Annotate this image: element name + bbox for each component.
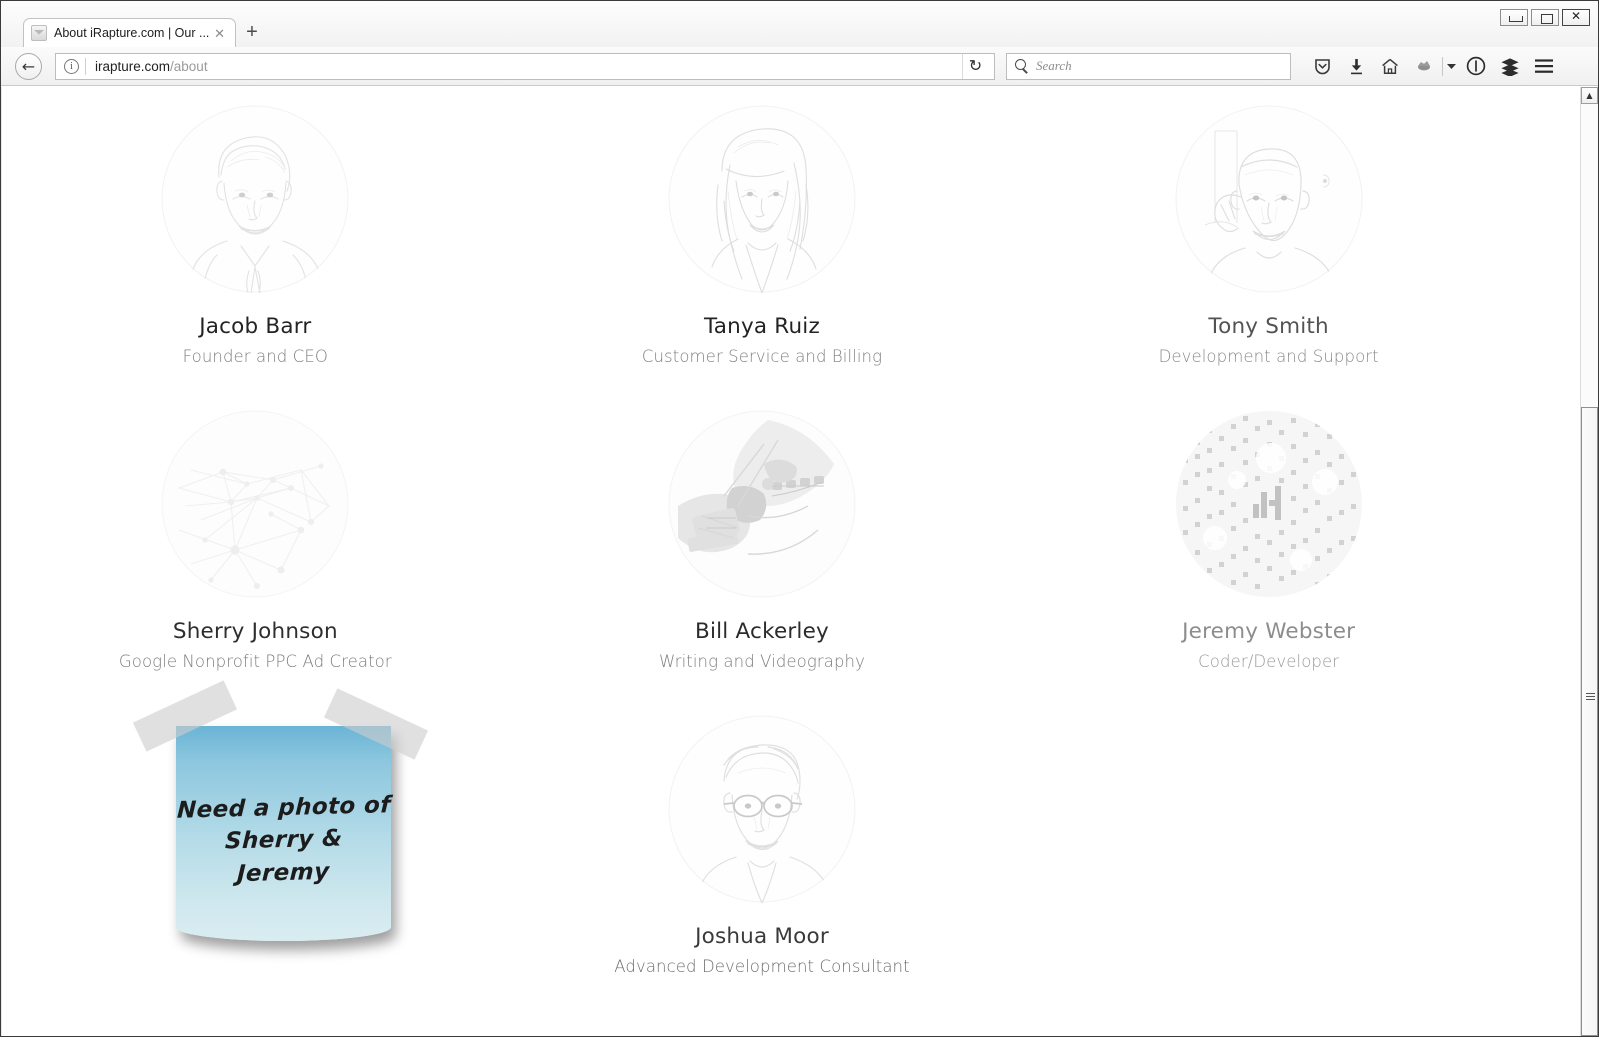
sticky-note-line: Sherry & [224,825,343,855]
close-tab-icon[interactable]: ✕ [211,27,228,40]
sticky-note: Need a photo of Sherry & Jeremy [130,680,430,952]
browser-window: About iRapture.com | Our ... ✕ + iraptur… [0,0,1599,1037]
sticky-note-body: Need a photo of Sherry & Jeremy [176,726,391,941]
toolbar-icons [1305,51,1561,81]
member-name: Jacob Barr [199,314,312,339]
portrait-sketch-man-bald-icon [1175,105,1363,293]
vertical-scrollbar[interactable] [1580,87,1598,1036]
member-name: Jeremy Webster [1182,619,1356,644]
avatar [1174,410,1363,598]
member-role: Coder/Developer [1198,652,1340,671]
dropdown-caret-icon[interactable] [1444,51,1459,81]
member-role: Writing and Videography [659,652,865,671]
restore-button[interactable] [1531,9,1559,26]
page-viewport: Jacob Barr Founder and CEO Tanya Ruiz Cu… [1,87,1598,1036]
tab-title: About iRapture.com | Our ... [54,26,210,40]
url-domain: irapture.com [95,58,171,74]
scrollbar-grip [1586,693,1595,700]
team-member-card[interactable]: Jacob Barr Founder and CEO [2,105,509,410]
avatar [667,410,856,598]
member-name: Tony Smith [1208,314,1329,339]
avatar [161,105,350,293]
downloads-icon[interactable] [1339,51,1373,81]
camera-equipment-photo-icon [668,410,856,598]
portrait-sketch-man-tie-icon [161,105,349,293]
avatar [667,105,856,293]
abstract-network-graphic-icon [161,410,349,598]
library-icon[interactable] [1493,51,1527,81]
search-icon [1015,59,1029,73]
close-window-button[interactable] [1562,9,1590,26]
member-role: Development and Support [1158,347,1379,366]
page-action-icon[interactable] [1459,51,1493,81]
url-divider [85,57,86,75]
member-name: Joshua Moor [695,924,829,949]
scroll-up-button[interactable] [1581,87,1598,104]
browser-tab[interactable]: About iRapture.com | Our ... ✕ [23,18,236,47]
scrollbar-thumb[interactable] [1581,407,1598,1036]
team-member-card[interactable]: Joshua Moor Advanced Development Consult… [509,715,1016,1020]
digital-rain-matrix-graphic-icon [1175,411,1362,597]
member-role: Customer Service and Billing [641,347,883,366]
addon-icon[interactable] [1407,51,1441,81]
avatar [667,715,856,903]
member-name: Bill Ackerley [695,619,829,644]
sticky-note-line: Jeremy [236,858,331,888]
sticky-note-line: Need a photo of [176,791,391,824]
window-controls [1500,9,1590,26]
minimize-button[interactable] [1500,9,1528,26]
team-member-card[interactable]: Bill Ackerley Writing and Videography [509,410,1016,715]
member-name: Tanya Ruiz [704,314,820,339]
team-member-card[interactable]: Tony Smith Development and Support [1015,105,1522,410]
menu-hamburger-icon[interactable] [1527,51,1561,81]
url-path: /about [170,58,208,74]
member-role: Founder and CEO [182,347,328,366]
new-tab-button[interactable]: + [241,22,263,44]
site-favicon [31,25,47,41]
url-text: irapture.com/about [95,59,962,74]
member-role: Advanced Development Consultant [614,957,910,976]
toolbar-divider [1442,56,1443,76]
team-member-card[interactable]: Tanya Ruiz Customer Service and Billing [509,105,1016,410]
back-button[interactable] [15,52,42,80]
team-member-card[interactable]: Jeremy Webster Coder/Developer [1015,410,1522,715]
avatar [161,410,350,598]
titlebar: About iRapture.com | Our ... ✕ + [1,1,1598,47]
pocket-icon[interactable] [1305,51,1339,81]
member-name: Sherry Johnson [172,619,338,644]
navigation-toolbar: irapture.com/about Search [1,47,1598,86]
search-input[interactable]: Search [1036,58,1072,74]
team-member-card[interactable]: Sherry Johnson Google Nonprofit PPC Ad C… [2,410,509,715]
search-bar[interactable]: Search [1006,52,1291,80]
portrait-sketch-woman-icon [668,105,856,293]
about-page: Jacob Barr Founder and CEO Tanya Ruiz Cu… [1,87,1541,1036]
address-bar[interactable]: irapture.com/about [55,52,995,80]
avatar [1174,105,1363,293]
reload-button[interactable] [962,53,988,79]
info-icon[interactable] [64,58,79,74]
portrait-sketch-man-glasses-icon [668,715,856,903]
home-icon[interactable] [1373,51,1407,81]
member-role: Google Nonprofit PPC Ad Creator [118,652,392,671]
